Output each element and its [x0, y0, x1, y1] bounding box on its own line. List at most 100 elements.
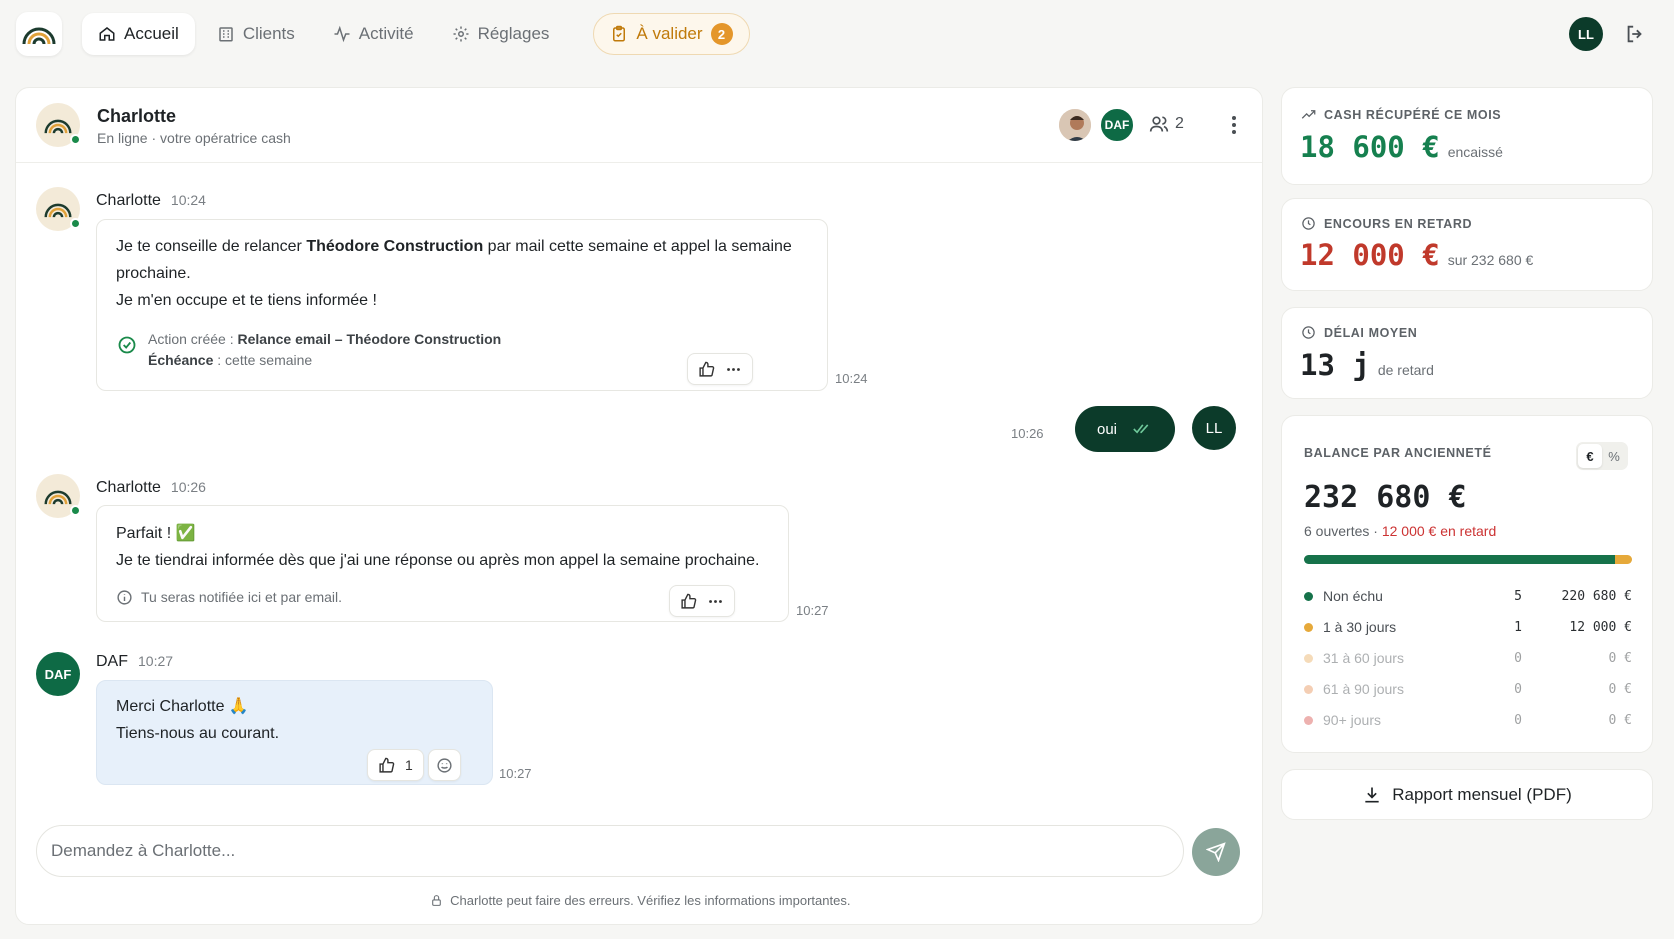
- rainbow-logo-icon: [22, 27, 56, 45]
- kpi-delay-card: DÉLAI MOYEN 13 j de retard: [1281, 307, 1653, 399]
- user-avatar: LL: [1192, 406, 1236, 450]
- charlotte-avatar: [36, 103, 81, 147]
- thumbs-up-icon: [379, 757, 395, 773]
- monthly-report-button[interactable]: Rapport mensuel (PDF): [1281, 769, 1653, 820]
- online-status-dot: [70, 505, 81, 516]
- message-time: 10:24: [170, 192, 206, 208]
- bucket-amount: 220 680 €: [1561, 588, 1632, 604]
- members-button[interactable]: 2: [1149, 114, 1184, 134]
- thumbs-up-icon[interactable]: [680, 593, 697, 610]
- message-text-line1: Parfait ! ✅: [116, 525, 196, 542]
- lock-icon: [431, 895, 441, 906]
- bar-segment-current: [1304, 555, 1615, 564]
- kpi-overdue-card: ENCOURS EN RETARD 12 000 € sur 232 680 €: [1281, 198, 1653, 291]
- add-reaction-button[interactable]: [428, 749, 461, 781]
- due-value: : cette semaine: [213, 352, 313, 368]
- toggle-euro[interactable]: €: [1578, 444, 1602, 468]
- pending-count-badge: 2: [710, 23, 733, 45]
- due-label: Échéance: [148, 352, 214, 368]
- action-label: Action créée :: [148, 331, 238, 347]
- like-count: 1: [405, 757, 413, 773]
- client-name-bold: Théodore Construction: [306, 238, 484, 255]
- message-sent-time: 10:27: [796, 603, 829, 618]
- balance-title: BALANCE PAR ANCIENNETÉ: [1304, 446, 1492, 460]
- aging-bucket-row: Non échu 5 220 680 €: [1304, 586, 1632, 606]
- nav-label: Accueil: [124, 24, 179, 43]
- clipboard-check-icon: [613, 25, 626, 42]
- legend-dot: [1304, 622, 1313, 632]
- message-author: Charlotte 10:24: [96, 192, 206, 210]
- kpi-label: ENCOURS EN RETARD: [1301, 216, 1472, 231]
- kpi-number: 12 000 €: [1300, 238, 1440, 272]
- nav-clients[interactable]: Clients: [201, 13, 311, 55]
- aging-bucket-row: 61 à 90 jours 0 0 €: [1304, 679, 1632, 699]
- like-reaction-chip[interactable]: 1: [367, 749, 424, 781]
- bucket-count: 0: [1514, 650, 1522, 666]
- message-sent-time: 10:26: [1011, 426, 1044, 441]
- send-icon: [1206, 842, 1226, 862]
- daf-avatar: DAF: [36, 652, 80, 696]
- gear-icon: [453, 26, 469, 42]
- kpi-unit: encaissé: [1447, 144, 1503, 160]
- kpi-label-text: ENCOURS EN RETARD: [1324, 216, 1473, 231]
- nav-label: Réglages: [477, 24, 550, 43]
- message-text-line2: Je te tiendrai informée dès que j'ai une…: [116, 552, 760, 569]
- kpi-label-text: DÉLAI MOYEN: [1324, 325, 1418, 340]
- rainbow-logo-icon: [44, 490, 72, 505]
- nav-accueil[interactable]: Accueil: [82, 13, 195, 55]
- thumbs-up-icon[interactable]: [698, 361, 715, 378]
- chat-title: Charlotte: [97, 106, 177, 126]
- outgoing-message-bubble: oui: [1075, 406, 1175, 452]
- daf-participant-avatar[interactable]: DAF: [1099, 107, 1135, 143]
- kpi-unit: sur 232 680 €: [1447, 252, 1534, 268]
- bucket-name: 31 à 60 jours: [1323, 650, 1404, 666]
- kpi-number: 13 j: [1300, 348, 1370, 382]
- app-logo[interactable]: [16, 12, 62, 56]
- nav-activite[interactable]: Activité: [317, 13, 430, 55]
- legend-dot: [1304, 715, 1313, 725]
- charlotte-avatar: [36, 187, 81, 231]
- legend-dot: [1304, 591, 1313, 601]
- balance-card: BALANCE PAR ANCIENNETÉ € % 232 680 € 6 o…: [1281, 415, 1653, 753]
- unit-toggle: € %: [1576, 442, 1628, 470]
- bucket-count: 0: [1514, 712, 1522, 728]
- message-time: 10:26: [170, 479, 206, 495]
- more-horizontal-icon[interactable]: [725, 361, 742, 378]
- more-vertical-icon[interactable]: [1224, 114, 1244, 136]
- kpi-value: 13 j de retard: [1300, 348, 1434, 382]
- message-text: oui: [1097, 420, 1118, 438]
- online-status-dot: [70, 218, 81, 229]
- participant-photo-avatar[interactable]: [1057, 107, 1093, 143]
- kpi-value: 12 000 € sur 232 680 €: [1300, 238, 1533, 272]
- user-avatar[interactable]: LL: [1569, 17, 1603, 51]
- message-author: Charlotte 10:26: [96, 479, 206, 497]
- send-button[interactable]: [1192, 828, 1240, 876]
- chat-input[interactable]: [51, 841, 1183, 861]
- info-icon: [117, 590, 132, 605]
- online-status-dot: [70, 134, 81, 145]
- bucket-name: 61 à 90 jours: [1323, 681, 1404, 697]
- chat-subtitle: En ligne · votre opératrice cash: [97, 130, 291, 146]
- home-icon: [99, 27, 115, 41]
- trending-up-icon: [1301, 110, 1316, 119]
- aging-bucket-row: 31 à 60 jours 0 0 €: [1304, 648, 1632, 668]
- bucket-name: 90+ jours: [1323, 712, 1381, 728]
- users-icon: [1149, 116, 1169, 132]
- bucket-name: Non échu: [1323, 588, 1383, 604]
- logout-icon[interactable]: [1624, 23, 1646, 45]
- nav-reglages[interactable]: Réglages: [436, 13, 566, 55]
- report-button-label: Rapport mensuel (PDF): [1392, 784, 1572, 804]
- nav-label: À valider: [636, 24, 703, 43]
- nav-a-valider[interactable]: À valider 2: [593, 13, 750, 55]
- person-photo-icon: [1059, 109, 1091, 141]
- activity-icon: [334, 25, 350, 43]
- aging-bucket-row: 90+ jours 0 0 €: [1304, 710, 1632, 730]
- author-name: DAF: [96, 653, 128, 670]
- charlotte-avatar: [36, 474, 81, 518]
- toggle-percent[interactable]: %: [1602, 444, 1626, 468]
- message-reactions: [687, 353, 753, 385]
- rainbow-logo-icon: [44, 119, 72, 134]
- balance-summary: 6 ouvertes · 12 000 € en retard: [1304, 523, 1496, 539]
- more-horizontal-icon[interactable]: [707, 593, 724, 610]
- building-icon: [219, 27, 233, 42]
